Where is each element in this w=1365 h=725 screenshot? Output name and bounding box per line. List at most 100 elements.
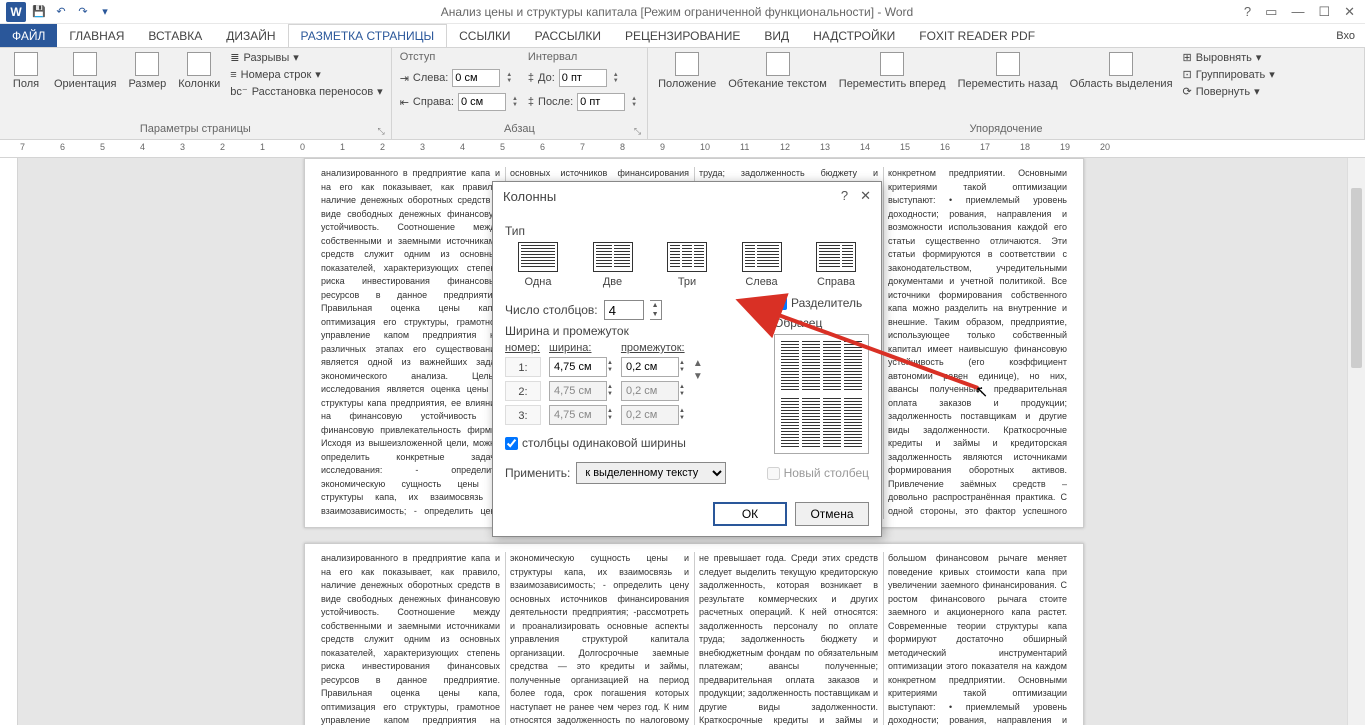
- spacing-after-input[interactable]: [577, 93, 625, 111]
- spinner-icon: ▲▼: [607, 384, 613, 398]
- align-button[interactable]: ⊞Выровнять▾: [1181, 50, 1277, 65]
- group-paragraph: Отступ ⇥Слева:▲▼ ⇤Справа:▲▼ Интервал ‡До…: [392, 48, 648, 139]
- tab-insert[interactable]: ВСТАВКА: [136, 24, 214, 47]
- indent-left-input[interactable]: [452, 69, 500, 87]
- ok-button[interactable]: ОК: [713, 502, 787, 526]
- indent-left-icon: ⇥: [400, 72, 409, 85]
- group-objects-button[interactable]: ⊡Группировать▾: [1181, 67, 1277, 82]
- preset-left[interactable]: Слева: [735, 242, 789, 288]
- ribbon-display-icon[interactable]: ▭: [1265, 4, 1277, 20]
- vertical-scrollbar[interactable]: [1347, 158, 1365, 725]
- paragraph-launcher-icon[interactable]: ⤡: [634, 126, 641, 137]
- equal-width-checkbox[interactable]: [505, 437, 518, 450]
- col-width-input-1[interactable]: [549, 357, 607, 377]
- spinner-icon[interactable]: ▲▼: [611, 71, 621, 85]
- tab-design[interactable]: ДИЗАЙН: [214, 24, 287, 47]
- breaks-icon: ≣: [230, 51, 239, 64]
- num-columns-spinner[interactable]: ▲▼: [650, 300, 662, 320]
- indent-header: Отступ: [398, 50, 522, 64]
- selection-icon: [1109, 52, 1133, 76]
- preset-one[interactable]: Одна: [511, 242, 565, 288]
- col-width-header: ширина:: [549, 342, 613, 354]
- preset-right[interactable]: Справа: [809, 242, 863, 288]
- tab-addins[interactable]: НАДСТРОЙКИ: [801, 24, 907, 47]
- tab-file[interactable]: ФАЙЛ: [0, 24, 57, 47]
- group-page-setup: Поля Ориентация Размер Колонки ≣Разрывы▾…: [0, 48, 392, 139]
- tab-review[interactable]: РЕЦЕНЗИРОВАНИЕ: [613, 24, 752, 47]
- spinner-icon[interactable]: ▲▼: [629, 95, 639, 109]
- save-icon[interactable]: 💾: [30, 3, 48, 21]
- ruler-horizontal[interactable]: 1514131211109876543210123456789101112131…: [0, 140, 1365, 158]
- indent-right-input[interactable]: [458, 93, 506, 111]
- orientation-button[interactable]: Ориентация: [50, 50, 120, 92]
- cancel-button[interactable]: Отмена: [795, 502, 869, 526]
- group-label-arrange: Упорядочение: [970, 123, 1043, 135]
- breaks-button[interactable]: ≣Разрывы▾: [228, 50, 384, 65]
- scroll-up-icon[interactable]: ▲: [693, 358, 703, 369]
- rotate-icon: ⟳: [1183, 85, 1192, 98]
- margins-button[interactable]: Поля: [6, 50, 46, 92]
- hyphenation-icon: bc⁻: [230, 85, 247, 98]
- tab-view[interactable]: ВИД: [752, 24, 801, 47]
- equal-width-label: столбцы одинаковой ширины: [522, 436, 686, 450]
- maximize-icon[interactable]: ☐: [1318, 4, 1330, 20]
- spacing-before-input[interactable]: [559, 69, 607, 87]
- preset-two[interactable]: Две: [586, 242, 640, 288]
- position-button[interactable]: Положение: [654, 50, 720, 92]
- dialog-close-icon[interactable]: ✕: [860, 188, 871, 204]
- minimize-icon[interactable]: —: [1291, 4, 1304, 20]
- col-gap-input-2: [621, 381, 679, 401]
- titlebar: W 💾 ↶ ↷ ▾ Анализ цены и структуры капита…: [0, 0, 1365, 24]
- num-columns-label: Число столбцов:: [505, 303, 598, 317]
- dialog-titlebar: Колонны ? ✕: [493, 182, 881, 210]
- tab-home[interactable]: ГЛАВНАЯ: [57, 24, 136, 47]
- undo-icon[interactable]: ↶: [52, 3, 70, 21]
- tab-page-layout[interactable]: РАЗМЕТКА СТРАНИЦЫ: [288, 24, 448, 47]
- indent-right-icon: ⇤: [400, 96, 409, 109]
- col-gap-input-1[interactable]: [621, 357, 679, 377]
- column-type-presets: Одна Две Три Слева Справа: [505, 242, 869, 296]
- document-text[interactable]: анализированного в предприятие капа и на…: [321, 552, 1067, 725]
- window-title: Анализ цены и структуры капитала [Режим …: [120, 5, 1234, 19]
- spinner-icon[interactable]: ▲▼: [510, 95, 520, 109]
- scrollbar-thumb[interactable]: [1351, 188, 1362, 368]
- tab-foxit[interactable]: FOXIT READER PDF: [907, 24, 1047, 47]
- ribbon: Поля Ориентация Размер Колонки ≣Разрывы▾…: [0, 48, 1365, 140]
- hyphenation-button[interactable]: bc⁻Расстановка переносов▾: [228, 84, 384, 99]
- num-columns-input[interactable]: [604, 300, 644, 320]
- wrap-text-button[interactable]: Обтекание текстом: [724, 50, 831, 92]
- page-setup-launcher-icon[interactable]: ⤡: [378, 126, 385, 137]
- spacing-after-icon: ‡: [528, 96, 534, 108]
- orientation-icon: [73, 52, 97, 76]
- wrap-icon: [766, 52, 790, 76]
- apply-to-select[interactable]: к выделенному тексту: [576, 462, 726, 484]
- send-backward-button[interactable]: Переместить назад: [954, 50, 1062, 92]
- line-numbers-button[interactable]: ≡Номера строк▾: [228, 67, 384, 82]
- bring-forward-button[interactable]: Переместить вперед: [835, 50, 950, 92]
- ruler-vertical[interactable]: [0, 158, 18, 725]
- spinner-icon[interactable]: ▲▼: [607, 360, 613, 374]
- qat-customize-icon[interactable]: ▾: [96, 3, 114, 21]
- columns-icon: [187, 52, 211, 76]
- spacing-header: Интервал: [526, 50, 641, 64]
- spinner-icon[interactable]: ▲▼: [504, 71, 514, 85]
- size-icon: [135, 52, 159, 76]
- size-button[interactable]: Размер: [124, 50, 170, 92]
- help-icon[interactable]: ?: [1244, 4, 1251, 20]
- position-icon: [675, 52, 699, 76]
- scroll-down-icon[interactable]: ▼: [693, 371, 703, 382]
- redo-icon[interactable]: ↷: [74, 3, 92, 21]
- tab-mailings[interactable]: РАССЫЛКИ: [523, 24, 613, 47]
- margins-icon: [14, 52, 38, 76]
- rotate-button[interactable]: ⟳Повернуть▾: [1181, 84, 1277, 99]
- preset-three[interactable]: Три: [660, 242, 714, 288]
- close-icon[interactable]: ✕: [1344, 4, 1355, 20]
- signin-link[interactable]: Вхо: [1326, 24, 1365, 47]
- selection-pane-button[interactable]: Область выделения: [1066, 50, 1177, 92]
- columns-button[interactable]: Колонки: [174, 50, 224, 92]
- group-icon: ⊡: [1183, 68, 1192, 81]
- dialog-help-icon[interactable]: ?: [841, 188, 848, 204]
- spinner-icon[interactable]: ▲▼: [679, 360, 685, 374]
- tab-references[interactable]: ССЫЛКИ: [447, 24, 522, 47]
- separator-checkbox[interactable]: [774, 297, 787, 310]
